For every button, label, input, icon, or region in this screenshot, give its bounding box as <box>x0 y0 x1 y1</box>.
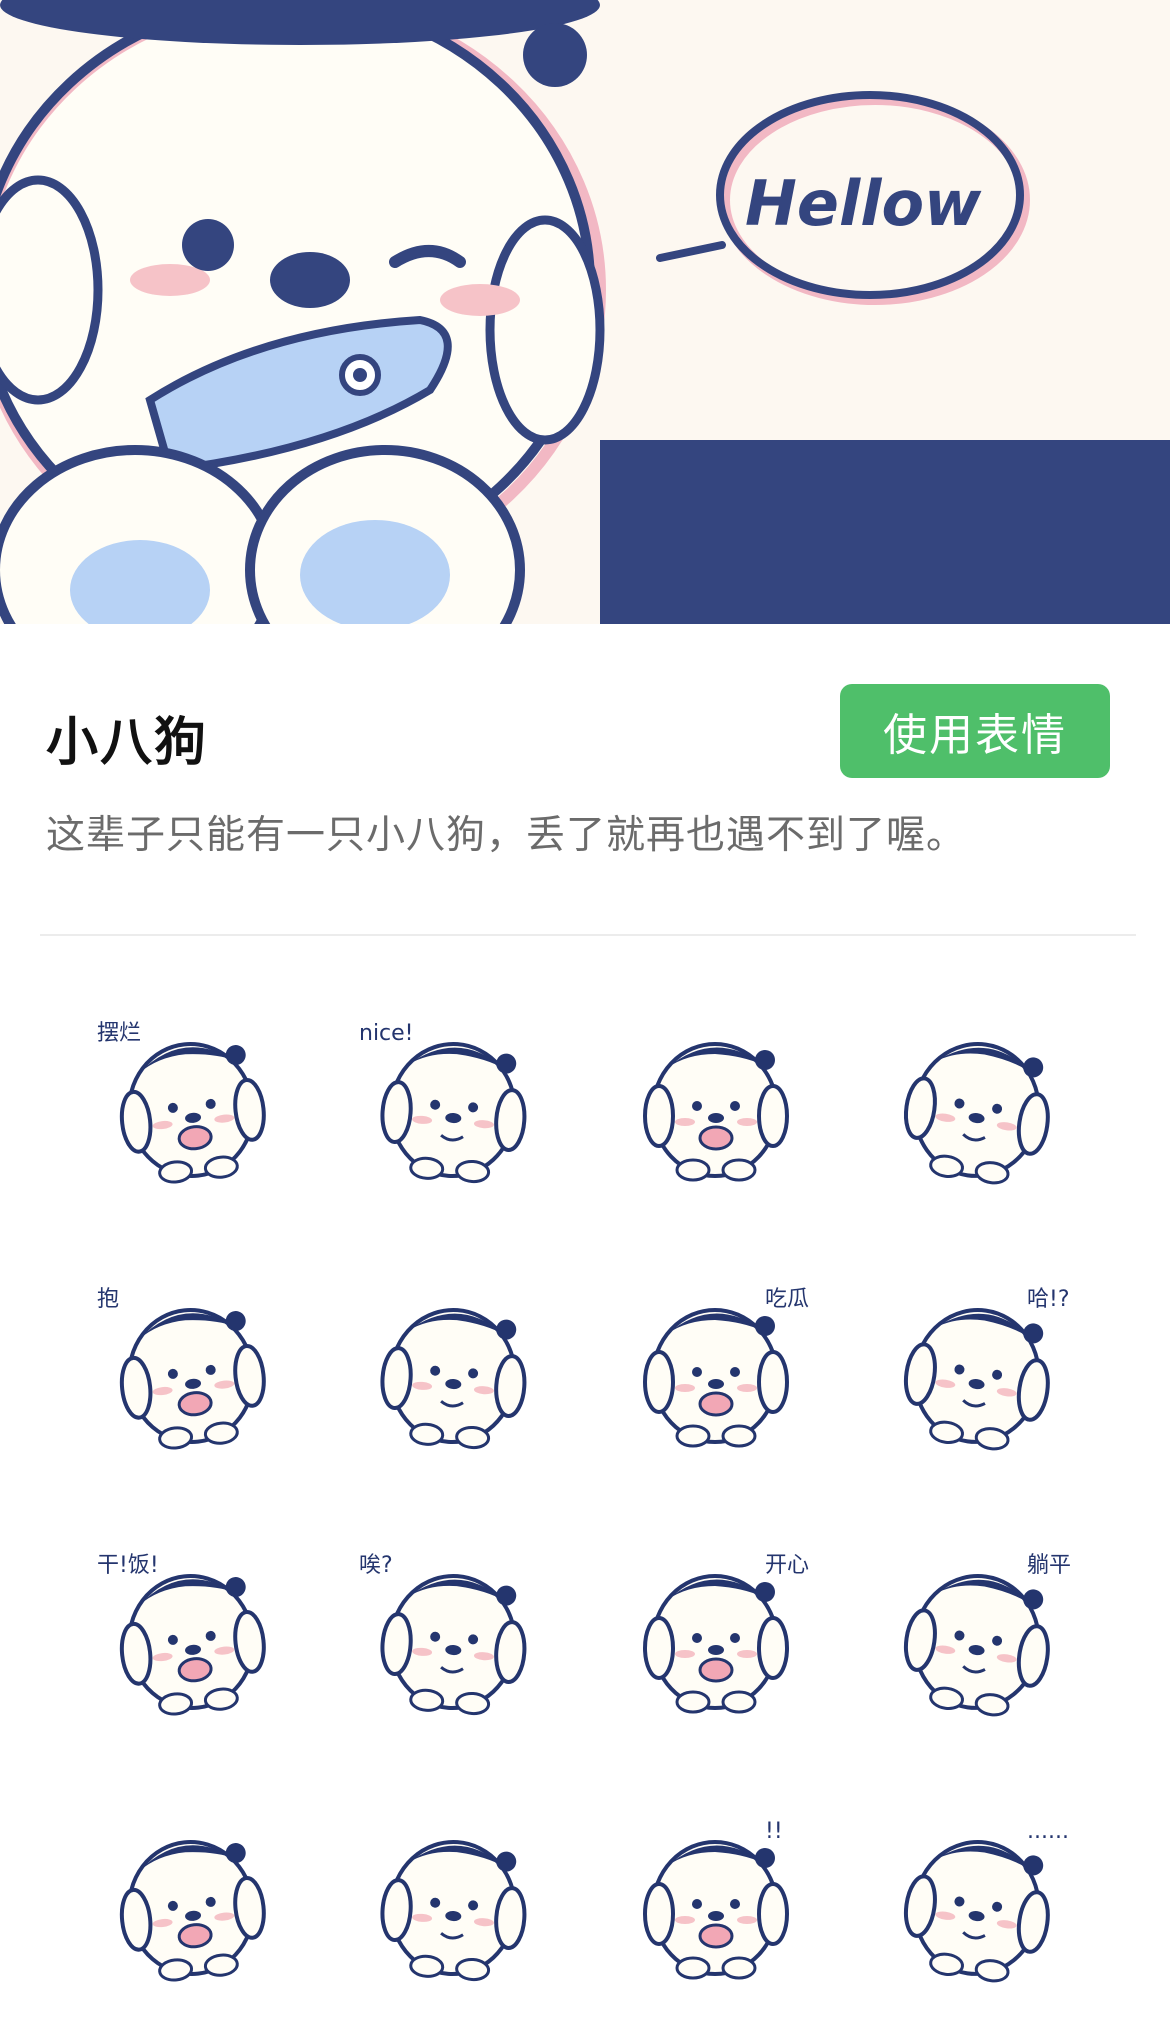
sticker-item[interactable]: ...... <box>846 1778 1108 2044</box>
sticker-caption: 躺平 <box>1027 1553 1071 1578</box>
sticker-item[interactable]: !! <box>584 1778 846 2044</box>
sticker-caption: 摆烂 <box>97 1021 141 1046</box>
puppy-heart-sticker <box>643 1042 789 1182</box>
sticker-caption: 哈!? <box>1027 1287 1070 1312</box>
sticker-caption: 唉? <box>359 1553 393 1578</box>
puppy-hug-sticker: 抱 <box>97 1287 266 1450</box>
sticker-grid: 摆烂 nice! 抱 吃瓜 哈!? 干!饭! 唉? 开心 躺平!!...... <box>60 980 1110 2044</box>
sticker-item[interactable]: 开心 <box>584 1512 846 1778</box>
puppy-phone-sticker: 哈!? <box>903 1287 1070 1451</box>
speech-bubble-text: Hellow <box>745 167 982 240</box>
sticker-caption: nice! <box>359 1021 414 1046</box>
puppy-drink-sticker: 摆烂 <box>97 1021 266 1184</box>
sticker-caption: 开心 <box>765 1553 809 1578</box>
sticker-item[interactable] <box>322 1778 584 2044</box>
puppy-watermelon-sticker: 吃瓜 <box>643 1287 809 1448</box>
puppy-sad-sticker <box>119 1840 266 1982</box>
sticker-item[interactable]: 干!饭! <box>60 1512 322 1778</box>
puppy-shock-sticker: !! <box>643 1819 789 1980</box>
puppy-huh-sticker: 唉? <box>359 1553 527 1716</box>
puppy-broken-heart-sticker <box>903 1042 1050 1185</box>
pack-banner: Hellow <box>0 0 1170 624</box>
sticker-item[interactable]: 吃瓜 <box>584 1246 846 1512</box>
sticker-item[interactable] <box>322 1246 584 1512</box>
pack-info: 小八狗 使用表情 这辈子只能有一只小八狗，丢了就再也遇不到了喔。 <box>0 624 1170 934</box>
sticker-item[interactable] <box>584 980 846 1246</box>
sticker-item[interactable]: 摆烂 <box>60 980 322 1246</box>
pack-title: 小八狗 <box>46 713 209 773</box>
sticker-caption: 吃瓜 <box>765 1287 809 1312</box>
sticker-item[interactable] <box>60 1778 322 2044</box>
sticker-item[interactable]: nice! <box>322 980 584 1246</box>
sticker-item[interactable]: 躺平 <box>846 1512 1108 1778</box>
puppy-speechless-sticker: ...... <box>903 1819 1069 1983</box>
pack-description: 这辈子只能有一只小八狗，丢了就再也遇不到了喔。 <box>46 813 967 858</box>
puppy-happy-sticker: 开心 <box>643 1553 809 1714</box>
banner-illustration: Hellow <box>0 0 1170 624</box>
puppy-eat-sticker: 干!饭! <box>97 1553 266 1716</box>
sticker-caption: 抱 <box>97 1287 119 1312</box>
puppy-peek-sticker <box>380 1308 527 1450</box>
sticker-caption: !! <box>765 1819 783 1844</box>
sticker-item[interactable]: 哈!? <box>846 1246 1108 1512</box>
divider <box>40 934 1136 936</box>
use-sticker-button[interactable]: 使用表情 <box>840 684 1110 778</box>
sticker-caption: ...... <box>1027 1819 1069 1844</box>
sticker-item[interactable]: 唉? <box>322 1512 584 1778</box>
puppy-lie-flat-sticker: 躺平 <box>903 1553 1071 1717</box>
puppy-sleep-sticker <box>380 1840 527 1982</box>
puppy-nice-sticker: nice! <box>359 1021 527 1184</box>
sticker-item[interactable]: 抱 <box>60 1246 322 1512</box>
sticker-item[interactable] <box>846 980 1108 1246</box>
sticker-caption: 干!饭! <box>97 1553 159 1578</box>
